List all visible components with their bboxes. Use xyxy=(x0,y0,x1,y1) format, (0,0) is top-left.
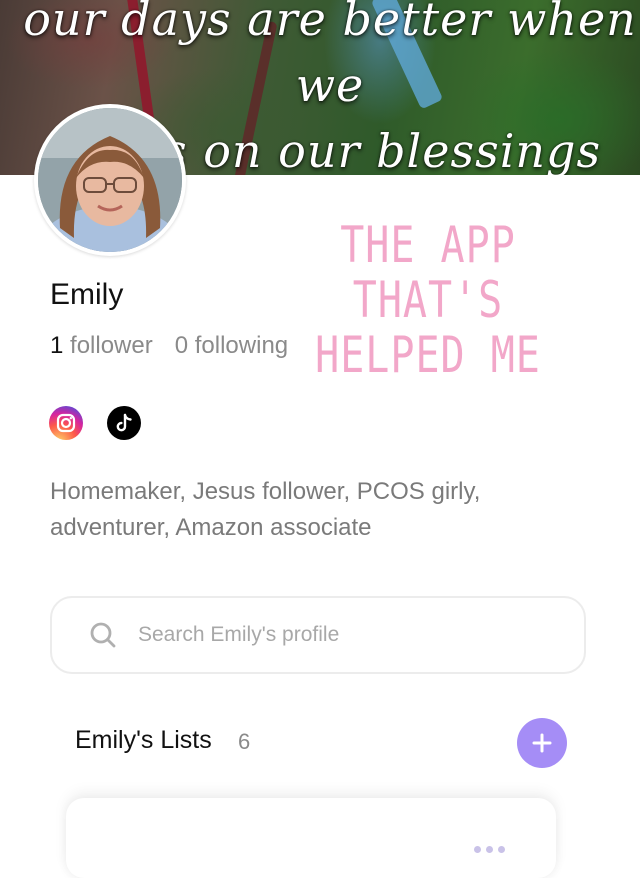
plus-icon xyxy=(532,733,552,753)
dot xyxy=(474,846,481,853)
search-input[interactable] xyxy=(136,622,520,648)
list-card[interactable] xyxy=(66,798,556,878)
tiktok-icon[interactable] xyxy=(107,406,141,440)
lists-title: Emily's Lists xyxy=(75,726,212,754)
add-list-button[interactable] xyxy=(517,718,567,768)
avatar[interactable] xyxy=(34,104,186,256)
instagram-glyph xyxy=(56,413,76,433)
search-icon xyxy=(90,622,116,648)
following-link[interactable]: 0 following xyxy=(175,332,288,359)
profile-search xyxy=(50,596,586,674)
profile-bio: Homemaker, Jesus follower, PCOS girly, a… xyxy=(50,478,481,541)
profile-name: Emily xyxy=(50,278,124,311)
profile-photo xyxy=(38,108,182,252)
followers-link[interactable]: 1 follower xyxy=(50,332,153,359)
followers-label: follower xyxy=(70,332,153,359)
dot xyxy=(486,846,493,853)
dot xyxy=(498,846,505,853)
more-options-icon[interactable] xyxy=(474,846,505,853)
tiktok-glyph xyxy=(116,413,132,432)
profile-photo-illustration xyxy=(38,108,182,252)
lists-count: 6 xyxy=(238,729,251,754)
followers-count: 1 xyxy=(50,332,64,359)
follow-stats: 1 follower 0 following xyxy=(50,332,288,360)
instagram-icon[interactable] xyxy=(49,406,83,440)
overlay-caption: THE APP THAT'S HELPED ME xyxy=(315,216,541,385)
